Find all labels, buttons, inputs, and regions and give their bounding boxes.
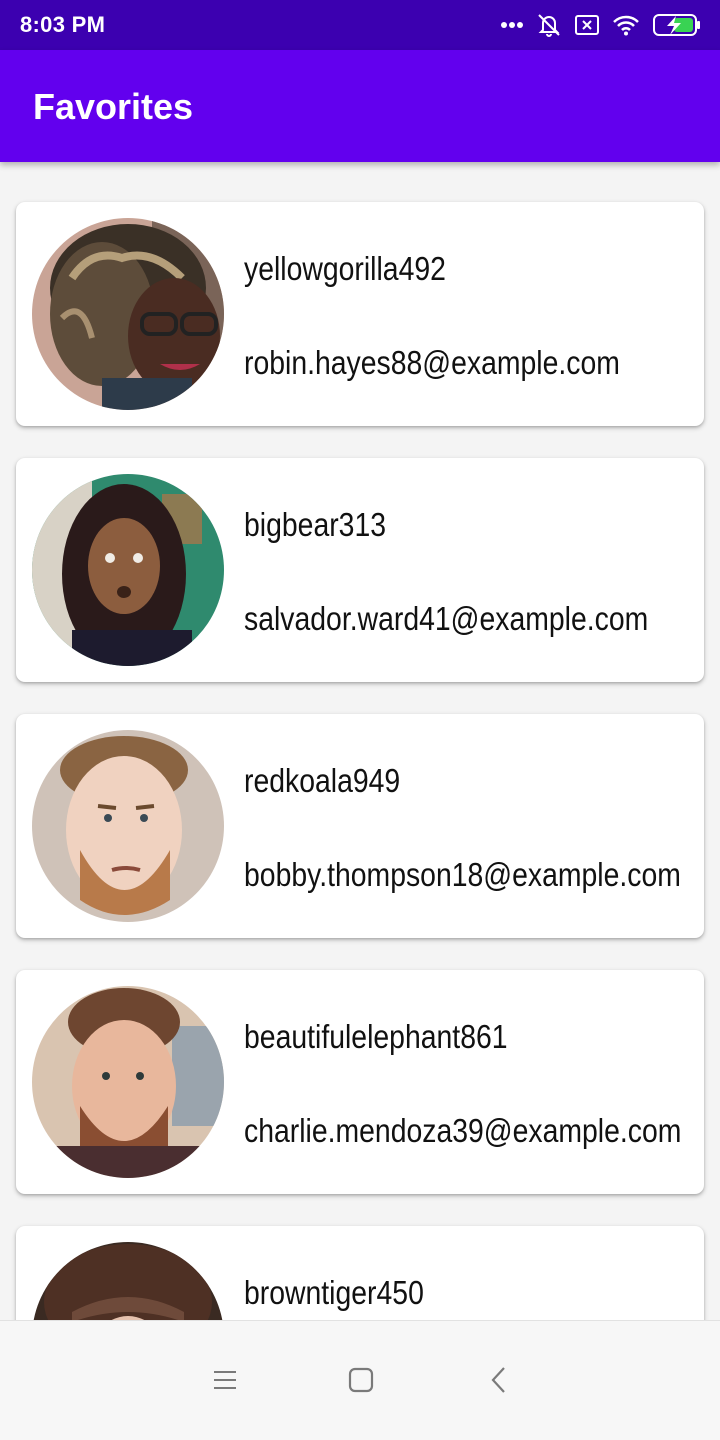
battery-charging-icon	[652, 13, 702, 37]
avatar	[32, 474, 224, 666]
favorite-card[interactable]: bigbear313 salvador.ward41@example.com	[16, 458, 704, 682]
app-bar: Favorites	[0, 50, 720, 162]
username: redkoala949	[244, 762, 401, 799]
avatar	[32, 1242, 224, 1320]
home-icon[interactable]	[336, 1355, 386, 1405]
username: browntiger450	[244, 1274, 424, 1311]
status-time: 8:03 PM	[20, 12, 106, 37]
status-icons	[500, 10, 702, 40]
username: bigbear313	[244, 506, 387, 543]
mute-bell-icon	[536, 12, 562, 38]
favorite-card[interactable]: yellowgorilla492 robin.hayes88@example.c…	[16, 202, 704, 426]
email: salvador.ward41@example.com	[244, 600, 649, 637]
email: bobby.thompson18@example.com	[244, 856, 681, 893]
more-dots-icon	[500, 21, 524, 29]
avatar	[32, 730, 224, 922]
avatar	[32, 986, 224, 1178]
favorite-card[interactable]: beautifulelephant861 charlie.mendoza39@e…	[16, 970, 704, 1194]
email: charlie.mendoza39@example.com	[244, 1112, 682, 1149]
favorite-card[interactable]: browntiger450	[16, 1226, 704, 1320]
favorite-card[interactable]: redkoala949 bobby.thompson18@example.com	[16, 714, 704, 938]
avatar	[32, 218, 224, 410]
back-icon[interactable]	[474, 1355, 524, 1405]
email: robin.hayes88@example.com	[244, 344, 620, 381]
wifi-icon	[612, 14, 640, 36]
username: beautifulelephant861	[244, 1018, 508, 1055]
menu-icon[interactable]	[200, 1355, 250, 1405]
favorites-list[interactable]: yellowgorilla492 robin.hayes88@example.c…	[0, 162, 720, 1320]
sim-off-icon	[574, 14, 600, 36]
navigation-bar	[0, 1320, 720, 1440]
status-bar: 8:03 PM	[0, 0, 720, 50]
page-title: Favorites	[33, 86, 194, 127]
username: yellowgorilla492	[244, 250, 446, 287]
